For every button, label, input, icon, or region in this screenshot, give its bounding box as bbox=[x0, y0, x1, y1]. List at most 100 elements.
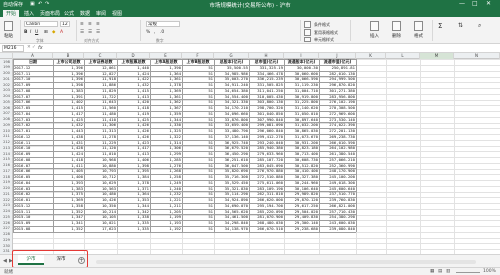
paste-label[interactable]: 粘贴 bbox=[4, 33, 13, 39]
align-top-icon[interactable]: ≡ bbox=[80, 22, 84, 27]
tab-data[interactable]: 数据 bbox=[80, 10, 90, 17]
row-number[interactable]: 221 bbox=[0, 192, 13, 196]
fx-icon[interactable]: fx bbox=[38, 45, 43, 51]
italic-icon[interactable]: I bbox=[30, 30, 31, 35]
table-cell[interactable]: 266,070.510 bbox=[249, 226, 284, 232]
view-layout-icon[interactable]: ▤ bbox=[438, 269, 442, 274]
format-cells-label[interactable]: 格式 bbox=[414, 33, 423, 39]
spreadsheet-grid[interactable]: 日期 上市公司总数 上市证券总数 上市股票总数 上市A股总数 上市B股总数 总股本(亿元) 总… bbox=[13, 59, 500, 254]
row-number[interactable]: 217 bbox=[0, 169, 13, 173]
view-pagebreak-icon[interactable]: ▥ bbox=[446, 269, 450, 274]
format-cells-icon[interactable] bbox=[414, 21, 423, 31]
delete-cells-icon[interactable] bbox=[392, 21, 401, 31]
row-number[interactable]: 228 bbox=[0, 232, 13, 236]
table-cell[interactable]: 239,080.840 bbox=[319, 226, 356, 232]
row-number[interactable]: 226 bbox=[0, 221, 13, 225]
row-number[interactable]: 202 bbox=[0, 83, 13, 87]
tab-formulas[interactable]: 公式 bbox=[64, 10, 74, 17]
row-number[interactable]: 201 bbox=[0, 77, 13, 81]
insert-cells-icon[interactable] bbox=[370, 21, 379, 31]
tab-insert[interactable]: 插入 bbox=[24, 10, 34, 17]
row-number[interactable]: 203 bbox=[0, 88, 13, 92]
table-cell[interactable]: 1,335 bbox=[117, 226, 150, 232]
delete-cells-label[interactable]: 删除 bbox=[392, 33, 401, 39]
align-right-icon[interactable]: ☰ bbox=[96, 30, 100, 35]
table-cell[interactable]: 1,192 bbox=[150, 226, 182, 232]
table-cell[interactable]: 17,623 bbox=[84, 226, 117, 232]
row-number[interactable]: 211 bbox=[0, 134, 13, 138]
tab-view[interactable]: 视图 bbox=[112, 10, 122, 17]
row-number[interactable]: 210 bbox=[0, 129, 13, 133]
row-number[interactable]: 223 bbox=[0, 203, 13, 207]
row-number[interactable]: 215 bbox=[0, 157, 13, 161]
cancel-entry-icon[interactable]: ✕ bbox=[27, 45, 31, 50]
row-number[interactable]: 230 bbox=[0, 244, 13, 248]
table-cell[interactable]: 51 bbox=[182, 226, 214, 232]
view-normal-icon[interactable]: ▦ bbox=[430, 269, 434, 274]
row-number[interactable]: 207 bbox=[0, 111, 13, 115]
tab-review[interactable]: 审阅 bbox=[96, 10, 106, 17]
row-number[interactable]: 229 bbox=[0, 238, 13, 242]
name-box[interactable]: M216 bbox=[2, 45, 24, 52]
zoom-level[interactable]: 100% bbox=[483, 269, 496, 274]
table-cell[interactable]: 1,352 bbox=[53, 226, 84, 232]
row-number[interactable]: 199 bbox=[0, 65, 13, 69]
comma-icon[interactable]: , bbox=[154, 30, 155, 35]
decimal-icon[interactable]: .0 bbox=[160, 30, 164, 35]
prev-sheet-icon[interactable]: ◀ bbox=[3, 258, 7, 264]
row-number[interactable]: 225 bbox=[0, 215, 13, 219]
minimize-button[interactable]: — bbox=[459, 0, 465, 7]
row-number[interactable]: 216 bbox=[0, 163, 13, 167]
table-cell[interactable]: 29,238.680 bbox=[284, 226, 319, 232]
fill-color-icon[interactable]: ◆ bbox=[52, 30, 55, 35]
formula-input[interactable] bbox=[48, 45, 496, 52]
table-cell[interactable]: 34,138.970 bbox=[214, 226, 249, 232]
font-size-select[interactable]: 12 bbox=[60, 21, 70, 27]
bold-icon[interactable]: B bbox=[24, 30, 27, 35]
autosum-icon[interactable]: Σ bbox=[438, 22, 442, 30]
close-button[interactable]: ✕ bbox=[486, 0, 491, 7]
horizontal-scrollbar[interactable] bbox=[96, 260, 476, 264]
align-center-icon[interactable]: ☰ bbox=[88, 30, 92, 35]
number-format-select[interactable]: 常规 bbox=[146, 21, 180, 27]
sort-filter-icon[interactable]: ⇅ bbox=[458, 22, 463, 29]
row-number[interactable]: 206 bbox=[0, 106, 13, 110]
conditional-format-label[interactable]: 条件格式 bbox=[314, 22, 330, 28]
zoom-slider[interactable] bbox=[456, 272, 480, 273]
borders-icon[interactable]: ⊞ bbox=[44, 30, 48, 35]
row-number[interactable]: 209 bbox=[0, 123, 13, 127]
align-middle-icon[interactable]: ≡ bbox=[88, 22, 92, 27]
row-number[interactable]: 227 bbox=[0, 226, 13, 230]
cell-style-icon[interactable] bbox=[304, 37, 311, 42]
paste-icon[interactable] bbox=[4, 21, 13, 31]
maximize-button[interactable]: □ bbox=[472, 0, 478, 7]
row-number[interactable]: 204 bbox=[0, 94, 13, 98]
tab-home[interactable]: 开始 bbox=[3, 10, 20, 17]
row-number[interactable]: 218 bbox=[0, 175, 13, 179]
align-bottom-icon[interactable]: ≡ bbox=[96, 22, 100, 27]
row-number[interactable]: 212 bbox=[0, 140, 13, 144]
table-format-icon[interactable] bbox=[304, 29, 311, 36]
row-number[interactable]: 208 bbox=[0, 117, 13, 121]
row-number[interactable]: 219 bbox=[0, 180, 13, 184]
row-number[interactable]: 222 bbox=[0, 198, 13, 202]
underline-icon[interactable]: U bbox=[35, 30, 38, 35]
table-format-label[interactable]: 套用表格格式 bbox=[314, 30, 338, 36]
align-left-icon[interactable]: ☰ bbox=[80, 30, 84, 35]
insert-cells-label[interactable]: 插入 bbox=[370, 33, 379, 39]
row-number[interactable]: 200 bbox=[0, 71, 13, 75]
cell-style-label[interactable]: 单元格样式 bbox=[314, 37, 334, 43]
font-color-icon[interactable]: A bbox=[60, 30, 63, 35]
row-number[interactable]: 198 bbox=[0, 60, 13, 64]
percent-icon[interactable]: % bbox=[146, 30, 150, 35]
conditional-format-icon[interactable] bbox=[304, 21, 311, 28]
font-name-select[interactable]: Calibri bbox=[24, 21, 58, 27]
find-icon[interactable]: ⌕ bbox=[478, 22, 481, 30]
row-number[interactable]: 214 bbox=[0, 152, 13, 156]
row-number[interactable]: 205 bbox=[0, 100, 13, 104]
confirm-entry-icon[interactable]: ✓ bbox=[32, 45, 36, 50]
row-number[interactable]: 220 bbox=[0, 186, 13, 190]
date-cell[interactable]: 2015-08 bbox=[14, 226, 53, 232]
tab-page-layout[interactable]: 页面布局 bbox=[40, 10, 60, 17]
row-number[interactable]: 213 bbox=[0, 146, 13, 150]
